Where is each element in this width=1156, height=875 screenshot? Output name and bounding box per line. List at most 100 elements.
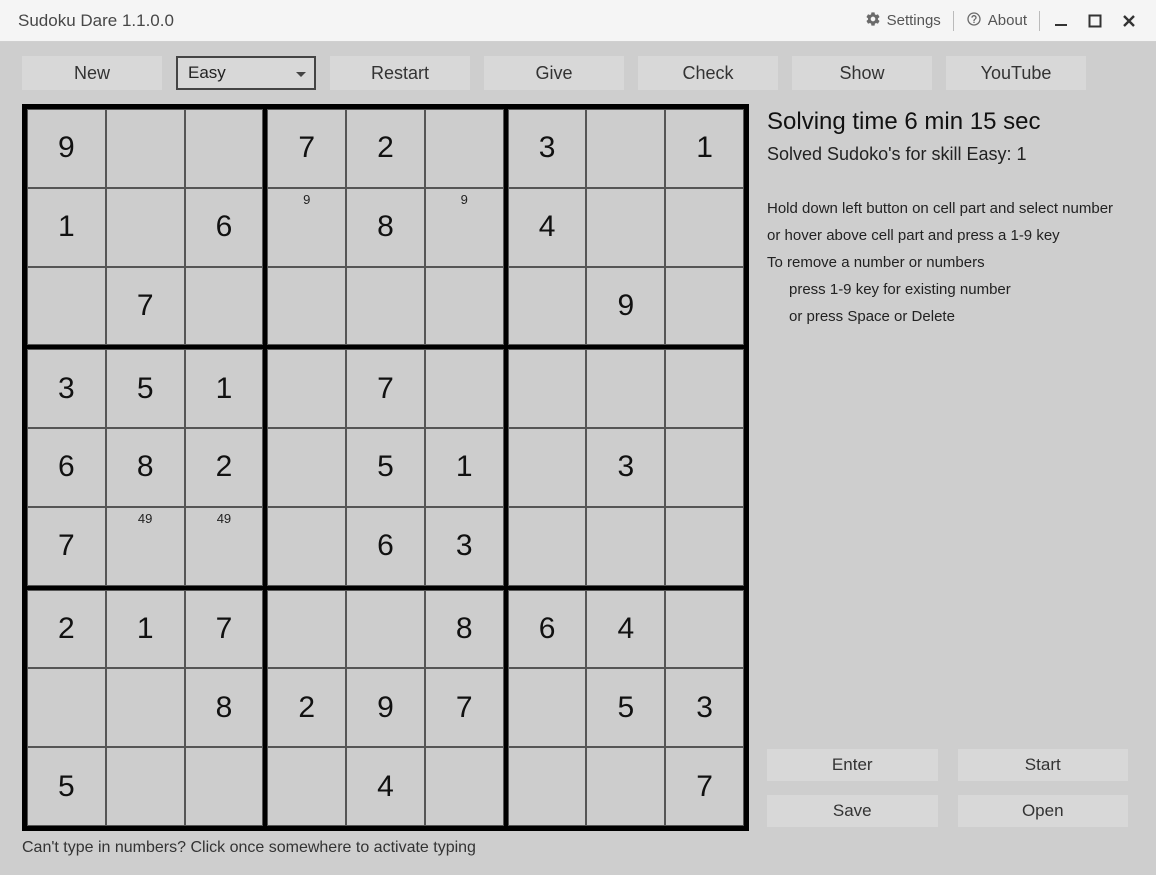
sudoku-cell[interactable]: 4 xyxy=(586,590,665,669)
sudoku-cell[interactable] xyxy=(508,747,587,826)
maximize-button[interactable] xyxy=(1078,14,1112,28)
sudoku-cell[interactable] xyxy=(106,188,185,267)
sudoku-cell[interactable]: 2 xyxy=(267,668,346,747)
difficulty-select[interactable]: Easy xyxy=(176,56,316,90)
sudoku-cell[interactable]: 3 xyxy=(425,507,504,586)
sudoku-cell[interactable] xyxy=(27,267,106,346)
sudoku-cell[interactable] xyxy=(425,267,504,346)
minimize-button[interactable] xyxy=(1044,14,1078,28)
sudoku-cell[interactable] xyxy=(425,109,504,188)
sudoku-cell[interactable] xyxy=(425,349,504,428)
sudoku-cell[interactable] xyxy=(106,747,185,826)
sudoku-cell[interactable] xyxy=(267,349,346,428)
sudoku-cell[interactable] xyxy=(106,109,185,188)
cell-value: 3 xyxy=(509,110,586,187)
sudoku-cell[interactable]: 9 xyxy=(586,267,665,346)
sudoku-cell[interactable]: 7 xyxy=(185,590,264,669)
sudoku-cell[interactable]: 8 xyxy=(106,428,185,507)
sudoku-cell[interactable]: 7 xyxy=(267,109,346,188)
sudoku-cell[interactable] xyxy=(508,349,587,428)
sudoku-cell[interactable]: 4 xyxy=(346,747,425,826)
sudoku-cell[interactable]: 7 xyxy=(27,507,106,586)
sudoku-cell[interactable] xyxy=(665,349,744,428)
sudoku-cell[interactable]: 2 xyxy=(27,590,106,669)
sudoku-cell[interactable]: 6 xyxy=(185,188,264,267)
sudoku-cell[interactable] xyxy=(425,747,504,826)
sudoku-cell[interactable]: 7 xyxy=(106,267,185,346)
new-button[interactable]: New xyxy=(22,56,162,90)
sudoku-cell[interactable]: 49 xyxy=(106,507,185,586)
sudoku-cell[interactable] xyxy=(508,428,587,507)
sudoku-cell[interactable]: 5 xyxy=(586,668,665,747)
sudoku-cell[interactable]: 3 xyxy=(586,428,665,507)
about-button[interactable]: About xyxy=(958,0,1035,41)
sudoku-cell[interactable] xyxy=(586,507,665,586)
sudoku-cell[interactable]: 1 xyxy=(185,349,264,428)
sudoku-cell[interactable]: 49 xyxy=(185,507,264,586)
cell-value: 3 xyxy=(666,669,743,746)
give-button[interactable]: Give xyxy=(484,56,624,90)
sudoku-cell[interactable]: 6 xyxy=(346,507,425,586)
restart-button[interactable]: Restart xyxy=(330,56,470,90)
sudoku-cell[interactable]: 1 xyxy=(425,428,504,507)
sudoku-cell[interactable] xyxy=(665,188,744,267)
sudoku-cell[interactable]: 4 xyxy=(508,188,587,267)
sudoku-cell[interactable]: 9 xyxy=(425,188,504,267)
sudoku-cell[interactable] xyxy=(267,428,346,507)
sudoku-cell[interactable] xyxy=(346,590,425,669)
sudoku-cell[interactable] xyxy=(185,267,264,346)
check-button[interactable]: Check xyxy=(638,56,778,90)
sudoku-cell[interactable] xyxy=(665,590,744,669)
sudoku-cell[interactable] xyxy=(508,267,587,346)
sudoku-cell[interactable]: 2 xyxy=(346,109,425,188)
sudoku-cell[interactable] xyxy=(185,747,264,826)
sudoku-cell[interactable]: 8 xyxy=(185,668,264,747)
sudoku-cell[interactable]: 3 xyxy=(27,349,106,428)
sudoku-cell[interactable]: 9 xyxy=(27,109,106,188)
sudoku-cell[interactable]: 1 xyxy=(27,188,106,267)
sudoku-cell[interactable] xyxy=(586,188,665,267)
sudoku-cell[interactable]: 1 xyxy=(106,590,185,669)
sudoku-cell[interactable]: 9 xyxy=(346,668,425,747)
open-button[interactable]: Open xyxy=(958,795,1129,827)
sudoku-cell[interactable]: 3 xyxy=(508,109,587,188)
sudoku-cell[interactable] xyxy=(586,349,665,428)
sudoku-cell[interactable]: 2 xyxy=(185,428,264,507)
sudoku-cell[interactable] xyxy=(267,590,346,669)
sudoku-cell[interactable]: 7 xyxy=(665,747,744,826)
sudoku-cell[interactable]: 8 xyxy=(346,188,425,267)
sudoku-cell[interactable]: 8 xyxy=(425,590,504,669)
show-button[interactable]: Show xyxy=(792,56,932,90)
close-button[interactable] xyxy=(1112,14,1146,28)
sudoku-cell[interactable]: 5 xyxy=(346,428,425,507)
enter-button[interactable]: Enter xyxy=(767,749,938,781)
sudoku-cell[interactable]: 5 xyxy=(27,747,106,826)
sudoku-cell[interactable] xyxy=(586,109,665,188)
sudoku-cell[interactable] xyxy=(665,267,744,346)
sudoku-cell[interactable] xyxy=(27,668,106,747)
settings-button[interactable]: Settings xyxy=(857,0,949,41)
sudoku-cell[interactable] xyxy=(106,668,185,747)
sudoku-cell[interactable]: 6 xyxy=(27,428,106,507)
sudoku-cell[interactable]: 1 xyxy=(665,109,744,188)
sudoku-cell[interactable] xyxy=(586,747,665,826)
save-button[interactable]: Save xyxy=(767,795,938,827)
sudoku-cell[interactable]: 7 xyxy=(346,349,425,428)
sudoku-cell[interactable]: 3 xyxy=(665,668,744,747)
sudoku-cell[interactable] xyxy=(665,428,744,507)
sudoku-cell[interactable]: 5 xyxy=(106,349,185,428)
youtube-button[interactable]: YouTube xyxy=(946,56,1086,90)
sudoku-cell[interactable] xyxy=(508,507,587,586)
sudoku-cell[interactable] xyxy=(267,507,346,586)
sudoku-cell[interactable] xyxy=(185,109,264,188)
cell-value: 2 xyxy=(268,669,345,746)
sudoku-cell[interactable]: 7 xyxy=(425,668,504,747)
sudoku-cell[interactable]: 9 xyxy=(267,188,346,267)
sudoku-cell[interactable]: 6 xyxy=(508,590,587,669)
sudoku-cell[interactable] xyxy=(508,668,587,747)
sudoku-cell[interactable] xyxy=(267,747,346,826)
sudoku-cell[interactable] xyxy=(665,507,744,586)
sudoku-cell[interactable] xyxy=(346,267,425,346)
start-button[interactable]: Start xyxy=(958,749,1129,781)
sudoku-cell[interactable] xyxy=(267,267,346,346)
